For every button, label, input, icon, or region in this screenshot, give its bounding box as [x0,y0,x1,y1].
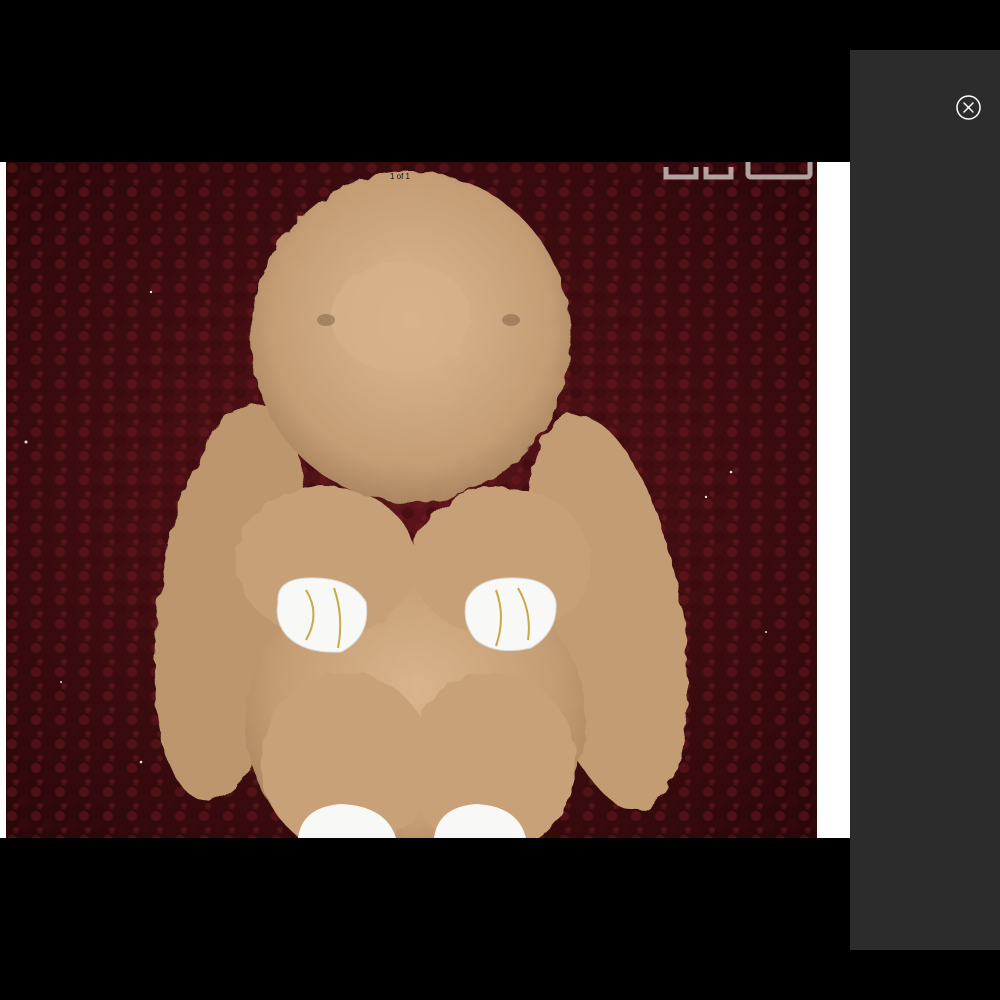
image-viewer: 1 of 1 [0,0,1000,1000]
right-eye [502,314,520,326]
right-paw [464,577,557,652]
left-eye [317,314,335,326]
image-counter: 1 of 1 [389,172,410,181]
side-panel [850,50,1000,950]
photo-frame [0,162,850,838]
product-photo[interactable] [6,162,817,838]
close-circle-icon [956,95,981,120]
image-stage: 1 of 1 [0,0,850,1000]
close-button[interactable] [955,94,982,121]
